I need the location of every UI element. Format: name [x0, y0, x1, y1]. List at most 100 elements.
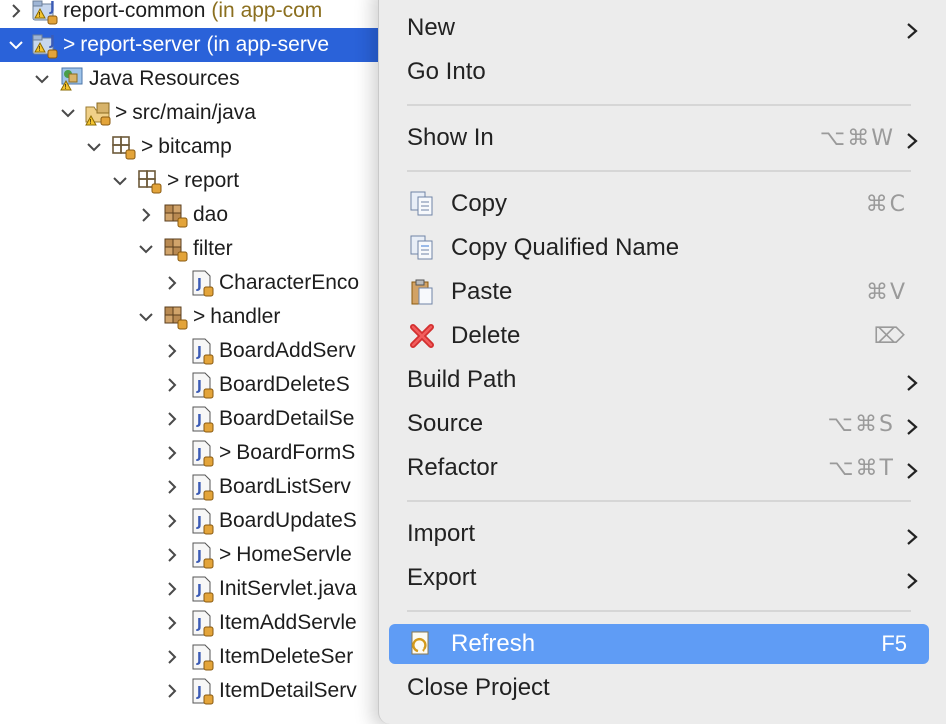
chevron-right-icon[interactable]	[160, 606, 184, 640]
chevron-down-icon[interactable]	[30, 62, 54, 96]
menu-item-paste[interactable]: Paste ⌘V	[389, 272, 929, 312]
copy-qualified-name-icon	[407, 233, 437, 263]
menu-item-refresh[interactable]: Refresh F5	[389, 624, 929, 664]
tree-row-label: HomeServle	[236, 543, 352, 566]
svg-text:J: J	[196, 583, 202, 598]
menu-item-new[interactable]: New	[389, 8, 929, 48]
menu-item-import[interactable]: Import	[389, 514, 929, 554]
chevron-down-icon[interactable]	[56, 96, 80, 130]
svg-text:!: !	[39, 12, 41, 19]
chevron-right-icon	[168, 514, 177, 528]
chevron-right-icon	[168, 548, 177, 562]
tree-row-label: BoardAddServ	[219, 339, 356, 362]
chevron-right-icon	[168, 378, 177, 392]
chevron-down-icon[interactable]	[134, 300, 158, 334]
submenu-arrow-icon	[905, 415, 919, 435]
dirty-marker: >	[141, 135, 154, 158]
java-file-icon: J	[187, 438, 217, 468]
tree-row-location: (in app-com	[211, 0, 323, 22]
chevron-right-icon	[168, 480, 177, 494]
menu-item-go-into[interactable]: Go Into	[389, 52, 929, 92]
chevron-right-icon	[168, 684, 177, 698]
svg-text:J: J	[49, 34, 55, 49]
chevron-down-icon[interactable]	[108, 164, 132, 198]
java-file-icon: J	[187, 472, 217, 502]
dirty-marker: >	[115, 101, 128, 124]
chevron-down-icon	[61, 109, 75, 118]
submenu-arrow-icon	[905, 371, 919, 391]
package-filled-icon	[161, 200, 191, 230]
java-file-icon: J	[187, 608, 217, 638]
chevron-down-icon[interactable]	[134, 232, 158, 266]
chevron-right-icon[interactable]	[160, 436, 184, 470]
chevron-down-icon	[35, 75, 49, 84]
delete-icon	[407, 321, 437, 351]
menu-item-copy-qualified-name[interactable]: Copy Qualified Name	[389, 228, 929, 268]
chevron-right-icon[interactable]	[160, 640, 184, 674]
chevron-right-icon	[12, 4, 21, 18]
chevron-right-icon	[168, 276, 177, 290]
source-folder-icon: !	[83, 98, 113, 128]
menu-item-label: Go Into	[407, 58, 486, 85]
submenu-arrow-icon	[905, 459, 919, 479]
java-file-icon: J	[187, 676, 217, 706]
chevron-right-icon[interactable]	[160, 402, 184, 436]
chevron-down-icon	[113, 177, 127, 186]
chevron-right-icon[interactable]	[134, 198, 158, 232]
submenu-arrow-icon	[905, 19, 919, 39]
java-project-icon: J!	[31, 0, 61, 26]
menu-item-source[interactable]: Source ⌥⌘S	[389, 404, 929, 444]
tree-row-label: BoardUpdateS	[219, 509, 357, 532]
package-icon	[109, 132, 139, 162]
chevron-right-icon[interactable]	[160, 266, 184, 300]
chevron-right-icon	[168, 616, 177, 630]
chevron-right-icon[interactable]	[160, 538, 184, 572]
svg-text:J: J	[196, 685, 202, 700]
svg-text:J: J	[196, 413, 202, 428]
chevron-right-icon[interactable]	[160, 504, 184, 538]
menu-item-label: Copy	[451, 190, 508, 217]
menu-item-label: Refactor	[407, 454, 498, 481]
menu-item-delete[interactable]: Delete ⌦	[389, 316, 929, 356]
java-file-icon: J	[187, 336, 217, 366]
submenu-arrow-icon	[905, 129, 919, 149]
tree-row-label: BoardDetailSe	[219, 407, 355, 430]
chevron-right-icon[interactable]	[160, 334, 184, 368]
chevron-right-icon[interactable]	[4, 0, 28, 28]
tree-row-label: handler	[210, 305, 281, 328]
menu-item-shortcut: F5	[881, 631, 907, 656]
java-project-icon: J!	[31, 30, 61, 60]
svg-text:J: J	[196, 277, 202, 292]
svg-text:!: !	[39, 46, 41, 53]
menu-item-export[interactable]: Export	[389, 558, 929, 598]
dirty-marker: >	[219, 441, 232, 464]
paste-icon	[407, 277, 437, 307]
svg-text:J: J	[196, 379, 202, 394]
svg-text:!: !	[90, 119, 92, 126]
chevron-down-icon	[9, 41, 23, 50]
chevron-down-icon	[139, 313, 153, 322]
tree-row-label: Java Resources	[89, 67, 240, 90]
chevron-right-icon[interactable]	[160, 572, 184, 606]
java-file-icon: J	[187, 574, 217, 604]
menu-separator	[407, 170, 911, 172]
chevron-right-icon	[142, 208, 151, 222]
java-file-icon: J	[187, 370, 217, 400]
chevron-right-icon[interactable]	[160, 470, 184, 504]
menu-item-show-in[interactable]: Show In ⌥⌘W	[389, 118, 929, 158]
chevron-down-icon[interactable]	[82, 130, 106, 164]
menu-item-refactor[interactable]: Refactor ⌥⌘T	[389, 448, 929, 488]
copy-icon	[407, 189, 437, 219]
menu-item-label: Delete	[451, 322, 521, 349]
tree-row-label: ItemAddServle	[219, 611, 357, 634]
chevron-right-icon[interactable]	[160, 674, 184, 708]
dirty-marker: >	[219, 543, 232, 566]
chevron-right-icon[interactable]	[160, 368, 184, 402]
menu-item-copy[interactable]: Copy ⌘C	[389, 184, 929, 224]
tree-row-location: (in app-serve	[206, 33, 330, 56]
menu-item-close-project[interactable]: Close Project	[389, 668, 929, 708]
svg-text:J: J	[196, 549, 202, 564]
chevron-down-icon[interactable]	[4, 28, 28, 62]
menu-item-build-path[interactable]: Build Path	[389, 360, 929, 400]
chevron-right-icon	[168, 650, 177, 664]
